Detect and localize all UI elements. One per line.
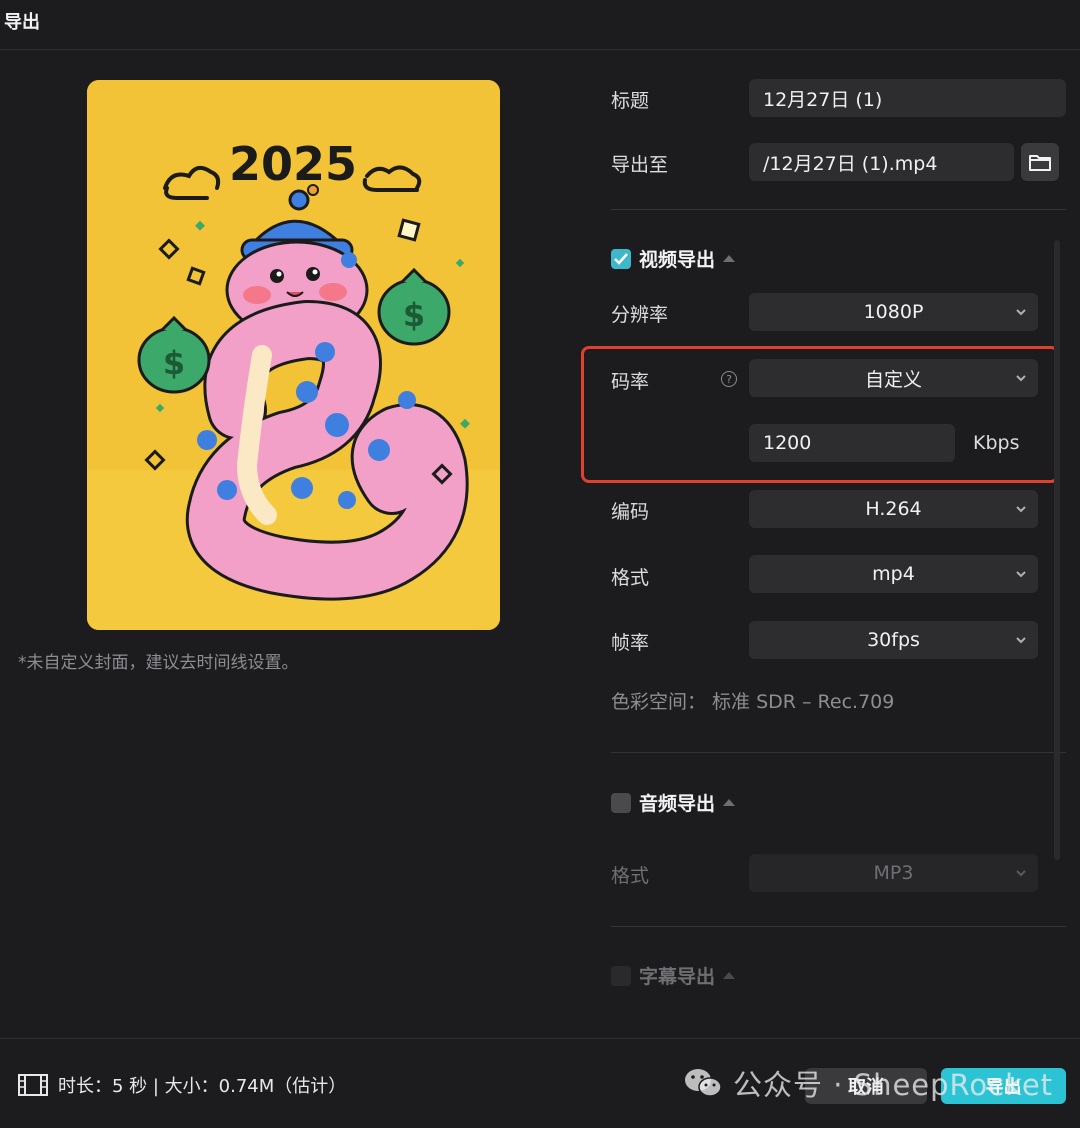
scrollbar[interactable] [1054,240,1060,860]
svg-text:$: $ [403,296,425,334]
divider [611,209,1066,210]
audio-format-label: 格式 [611,865,650,887]
duration-size-text: 时长：5 秒 | 大小：0.74M（估计） [58,1076,347,1097]
color-space-info: 色彩空间： 标准 SDR – Rec.709 [611,691,895,713]
chevron-down-icon [1016,870,1026,877]
audio-export-section[interactable]: 音频导出 [611,789,736,816]
resolution-value: 1080P [863,301,924,323]
codec-value: H.264 [865,498,922,520]
subtitle-export-section[interactable]: 字幕导出 [611,962,736,989]
format-value: mp4 [872,563,915,585]
svg-text:$: $ [163,344,185,382]
format-label: 格式 [611,567,650,589]
collapse-caret-icon[interactable] [723,799,736,806]
video-export-label: 视频导出 [639,249,716,271]
codec-select[interactable]: H.264 [749,490,1038,528]
window-title: 导出 [4,12,40,33]
video-export-checkbox[interactable] [611,248,631,269]
chevron-down-icon [1016,506,1026,513]
chevron-down-icon [1016,571,1026,578]
export-button[interactable]: 导出 [941,1068,1066,1104]
format-select[interactable]: mp4 [749,555,1038,593]
audio-export-label: 音频导出 [639,793,716,815]
title-input[interactable]: 12月27日 (1) [749,79,1066,117]
bitrate-custom-input[interactable]: 1200 [749,424,955,462]
divider [611,752,1066,753]
cover-note: *未自定义封面，建议去时间线设置。 [18,653,299,673]
audio-format-select[interactable]: MP3 [749,854,1038,892]
folder-icon [1029,155,1051,171]
framerate-value: 30fps [867,629,920,651]
browse-folder-button[interactable] [1021,143,1059,181]
framerate-select[interactable]: 30fps [749,621,1038,659]
collapse-caret-icon[interactable] [723,972,736,979]
cover-year-text: 2025 [229,137,357,191]
checkmark-icon [614,252,628,265]
resolution-select[interactable]: 1080P [749,293,1038,331]
help-icon[interactable]: ? [721,371,737,387]
chevron-down-icon [1016,309,1026,316]
cancel-button[interactable]: 取消 [805,1068,927,1104]
export-path-input[interactable]: /12月27日 (1).mp4 [749,143,1014,181]
bitrate-select[interactable]: 自定义 [749,359,1038,397]
video-export-section[interactable]: 视频导出 [611,245,736,272]
cover-preview[interactable]: 2025 $ $ [87,80,500,630]
title-label: 标题 [611,90,650,112]
export-summary: 时长：5 秒 | 大小：0.74M（估计） [18,1072,346,1098]
cover-illustration: 2025 $ $ [87,80,500,630]
export-to-label: 导出至 [611,154,669,176]
resolution-label: 分辨率 [611,304,669,326]
bitrate-value: 自定义 [864,368,922,391]
bitrate-unit: Kbps [973,432,1020,454]
title-bar: 导出 [0,0,1080,50]
subtitle-export-checkbox[interactable] [611,965,631,986]
audio-export-checkbox[interactable] [611,792,631,813]
divider [611,926,1066,927]
chevron-down-icon [1016,637,1026,644]
audio-format-value: MP3 [873,862,914,884]
chevron-down-icon [1016,375,1026,382]
subtitle-export-label: 字幕导出 [639,966,716,988]
framerate-label: 帧率 [611,632,650,654]
collapse-caret-icon[interactable] [723,255,736,262]
film-icon [18,1074,48,1096]
bitrate-label: 码率 [611,371,650,393]
codec-label: 编码 [611,501,650,523]
